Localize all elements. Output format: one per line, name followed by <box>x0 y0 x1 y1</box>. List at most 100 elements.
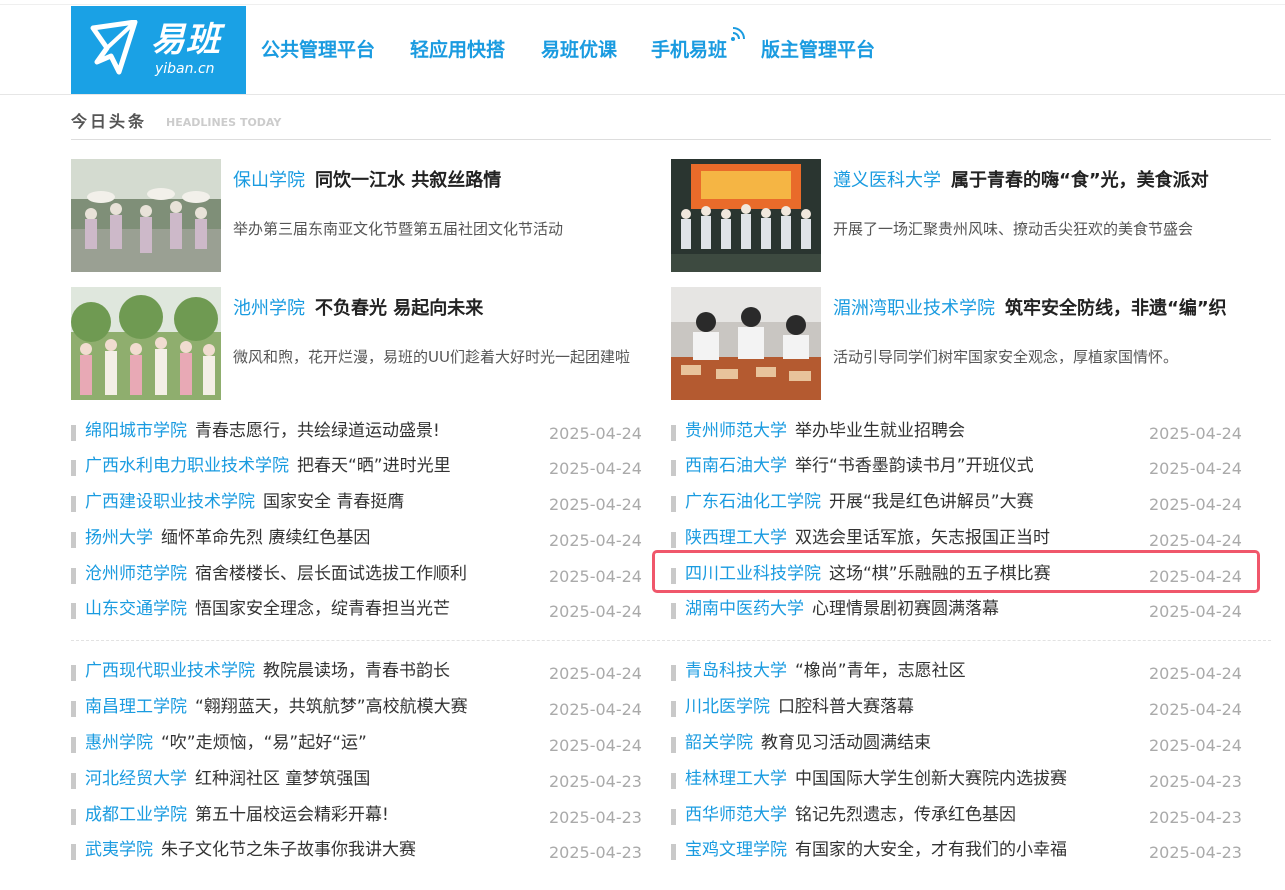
featured-photo[interactable] <box>671 159 821 272</box>
news-school-link[interactable]: 青岛科技大学 <box>685 661 787 681</box>
featured-school-link[interactable]: 保山学院 <box>233 170 305 191</box>
news-school-link[interactable]: 川北医学院 <box>685 697 770 717</box>
news-title-link[interactable]: 中国国际大学生创新大赛院内选拔赛 <box>795 769 1067 789</box>
news-school-link[interactable]: 湖南中医药大学 <box>685 599 804 619</box>
news-title-link[interactable]: 开展“我是红色讲解员”大赛 <box>829 492 1034 512</box>
list-bullet <box>671 532 676 548</box>
news-title-link[interactable]: “吹”走烦恼，“易”起好“运” <box>161 733 367 753</box>
news-school-link[interactable]: 成都工业学院 <box>85 805 187 825</box>
list-bullet <box>671 701 676 717</box>
featured-title[interactable]: 池州学院 不负春光 易起向未来 <box>233 295 648 323</box>
featured-headline-link[interactable]: 不负春光 易起向未来 <box>315 298 483 319</box>
news-school-link[interactable]: 广西水利电力职业技术学院 <box>85 456 289 476</box>
featured-headline-link[interactable]: 同饮一江水 共叙丝路情 <box>315 170 501 191</box>
news-date: 2025-04-24 <box>549 531 642 550</box>
news-school-link[interactable]: 西南石油大学 <box>685 456 787 476</box>
list-bullet <box>671 460 676 476</box>
featured-school-link[interactable]: 池州学院 <box>233 298 305 319</box>
news-title-link[interactable]: 青春志愿行，共绘绿道运动盛景! <box>195 421 440 441</box>
featured-title[interactable]: 湄洲湾职业技术学院 筑牢安全防线，非遗“编”织 <box>833 295 1248 323</box>
list-bullet <box>671 844 676 860</box>
news-date: 2025-04-24 <box>1149 602 1242 621</box>
news-title-link[interactable]: 缅怀革命先烈 赓续红色基因 <box>161 528 370 548</box>
news-date: 2025-04-24 <box>549 495 642 514</box>
news-school-link[interactable]: 四川工业科技学院 <box>685 564 821 584</box>
news-title-link[interactable]: 举行“书香墨韵读书月”开班仪式 <box>795 456 1034 476</box>
news-school-link[interactable]: 惠州学院 <box>85 733 153 753</box>
featured-school-link[interactable]: 湄洲湾职业技术学院 <box>833 298 995 319</box>
news-title-link[interactable]: 第五十届校运会精彩开幕! <box>195 805 389 825</box>
featured-photo[interactable] <box>71 287 221 400</box>
news-title-link[interactable]: “翱翔蓝天，共筑航梦”高校航模大赛 <box>195 697 468 717</box>
news-school-link[interactable]: 广西建设职业技术学院 <box>85 492 255 512</box>
featured-item: 遵义医科大学 属于青春的嗨“食”光，美食派对 开展了一场汇聚贵州风味、撩动舌尖狂欢… <box>671 159 1251 274</box>
news-title-link[interactable]: 红种润社区 童梦筑强国 <box>195 769 370 789</box>
featured-school-link[interactable]: 遵义医科大学 <box>833 170 941 191</box>
featured-item: 保山学院 同饮一江水 共叙丝路情 举办第三届东南亚文化节暨第五届社团文化节活动 <box>71 159 651 274</box>
news-date: 2025-04-23 <box>1149 808 1242 827</box>
news-school-link[interactable]: 桂林理工大学 <box>685 769 787 789</box>
news-title-link[interactable]: 铭记先烈遗志，传承红色基因 <box>795 805 1016 825</box>
news-title-link[interactable]: 举办毕业生就业招聘会 <box>795 421 965 441</box>
list-item: 惠州学院 “吹”走烦恼，“易”起好“运” 2025-04-24 <box>71 728 642 760</box>
nav-light-app[interactable]: 轻应用快搭 <box>410 36 505 64</box>
news-title-link[interactable]: 有国家的大安全，才有我们的小幸福 <box>795 840 1067 860</box>
list-item: 广西建设职业技术学院 国家安全 青春挺膺 2025-04-24 <box>71 487 642 519</box>
list-item: 武夷学院 朱子文化节之朱子故事你我讲大赛 2025-04-23 <box>71 835 642 867</box>
news-school-link[interactable]: 沧州师范学院 <box>85 564 187 584</box>
featured-title[interactable]: 保山学院 同饮一江水 共叙丝路情 <box>233 167 648 195</box>
news-school-link[interactable]: 山东交通学院 <box>85 599 187 619</box>
news-date: 2025-04-24 <box>1149 459 1242 478</box>
news-school-link[interactable]: 河北经贸大学 <box>85 769 187 789</box>
featured-headline-link[interactable]: 筑牢安全防线，非遗“编”织 <box>1005 298 1227 319</box>
news-school-link[interactable]: 韶关学院 <box>685 733 753 753</box>
list-item: 扬州大学 缅怀革命先烈 赓续红色基因 2025-04-24 <box>71 523 642 555</box>
news-school-link[interactable]: 广西现代职业技术学院 <box>85 661 255 681</box>
news-school-link[interactable]: 贵州师范大学 <box>685 421 787 441</box>
news-title-link[interactable]: 国家安全 青春挺膺 <box>263 492 404 512</box>
list-bullet <box>71 809 76 825</box>
list-item: 宝鸡文理学院 有国家的大安全，才有我们的小幸福 2025-04-23 <box>671 835 1242 867</box>
list-bullet <box>671 665 676 681</box>
news-title-link[interactable]: 口腔科普大赛落幕 <box>778 697 914 717</box>
wifi-signal-icon <box>731 27 745 41</box>
news-title-link[interactable]: 教育见习活动圆满结束 <box>761 733 931 753</box>
featured-photo[interactable] <box>671 287 821 400</box>
news-date: 2025-04-24 <box>549 700 642 719</box>
news-date: 2025-04-24 <box>549 736 642 755</box>
news-school-link[interactable]: 广东石油化工学院 <box>685 492 821 512</box>
news-date: 2025-04-24 <box>1149 531 1242 550</box>
news-school-link[interactable]: 南昌理工学院 <box>85 697 187 717</box>
news-title-link[interactable]: 双选会里话军旅，矢志报国正当时 <box>795 528 1050 548</box>
logo-text: 易班 <box>151 20 221 60</box>
list-bullet <box>71 844 76 860</box>
nav-yiban-course[interactable]: 易班优课 <box>541 36 617 64</box>
news-title-link[interactable]: 心理情景剧初赛圆满落幕 <box>812 599 999 619</box>
news-school-link[interactable]: 宝鸡文理学院 <box>685 840 787 860</box>
news-date: 2025-04-24 <box>1149 700 1242 719</box>
nav-public-management[interactable]: 公共管理平台 <box>261 36 375 64</box>
news-title-link[interactable]: 这场“棋”乐融融的五子棋比赛 <box>829 564 1051 584</box>
nav-moderator-platform[interactable]: 版主管理平台 <box>761 36 875 64</box>
photo-craft-workshop <box>671 287 821 400</box>
news-title-link[interactable]: 把春天“晒”进时光里 <box>297 456 451 476</box>
news-school-link[interactable]: 扬州大学 <box>85 528 153 548</box>
photo-festival-parade <box>71 159 221 272</box>
news-title-link[interactable]: 宿舍楼楼长、层长面试选拔工作顺利 <box>195 564 467 584</box>
featured-title[interactable]: 遵义医科大学 属于青春的嗨“食”光，美食派对 <box>833 167 1248 195</box>
news-date: 2025-04-24 <box>549 424 642 443</box>
featured-photo[interactable] <box>71 159 221 272</box>
news-school-link[interactable]: 绵阳城市学院 <box>85 421 187 441</box>
news-title-link[interactable]: 朱子文化节之朱子故事你我讲大赛 <box>161 840 416 860</box>
list-item: 四川工业科技学院 这场“棋”乐融融的五子棋比赛 2025-04-24 <box>671 559 1242 591</box>
featured-headline-link[interactable]: 属于青春的嗨“食”光，美食派对 <box>951 170 1209 191</box>
news-title-link[interactable]: 悟国家安全理念，绽青春担当光芒 <box>195 599 450 619</box>
news-school-link[interactable]: 西华师范大学 <box>685 805 787 825</box>
news-title-link[interactable]: 教院晨读场，青春书韵长 <box>263 661 450 681</box>
news-title-link[interactable]: “橡尚”青年，志愿社区 <box>795 661 966 681</box>
news-school-link[interactable]: 武夷学院 <box>85 840 153 860</box>
news-school-link[interactable]: 陕西理工大学 <box>685 528 787 548</box>
yiban-logo[interactable]: 易班 yiban.cn <box>71 6 246 94</box>
featured-description: 举办第三届东南亚文化节暨第五届社团文化节活动 <box>233 220 564 238</box>
nav-mobile-yiban[interactable]: 手机易班 <box>651 36 727 64</box>
